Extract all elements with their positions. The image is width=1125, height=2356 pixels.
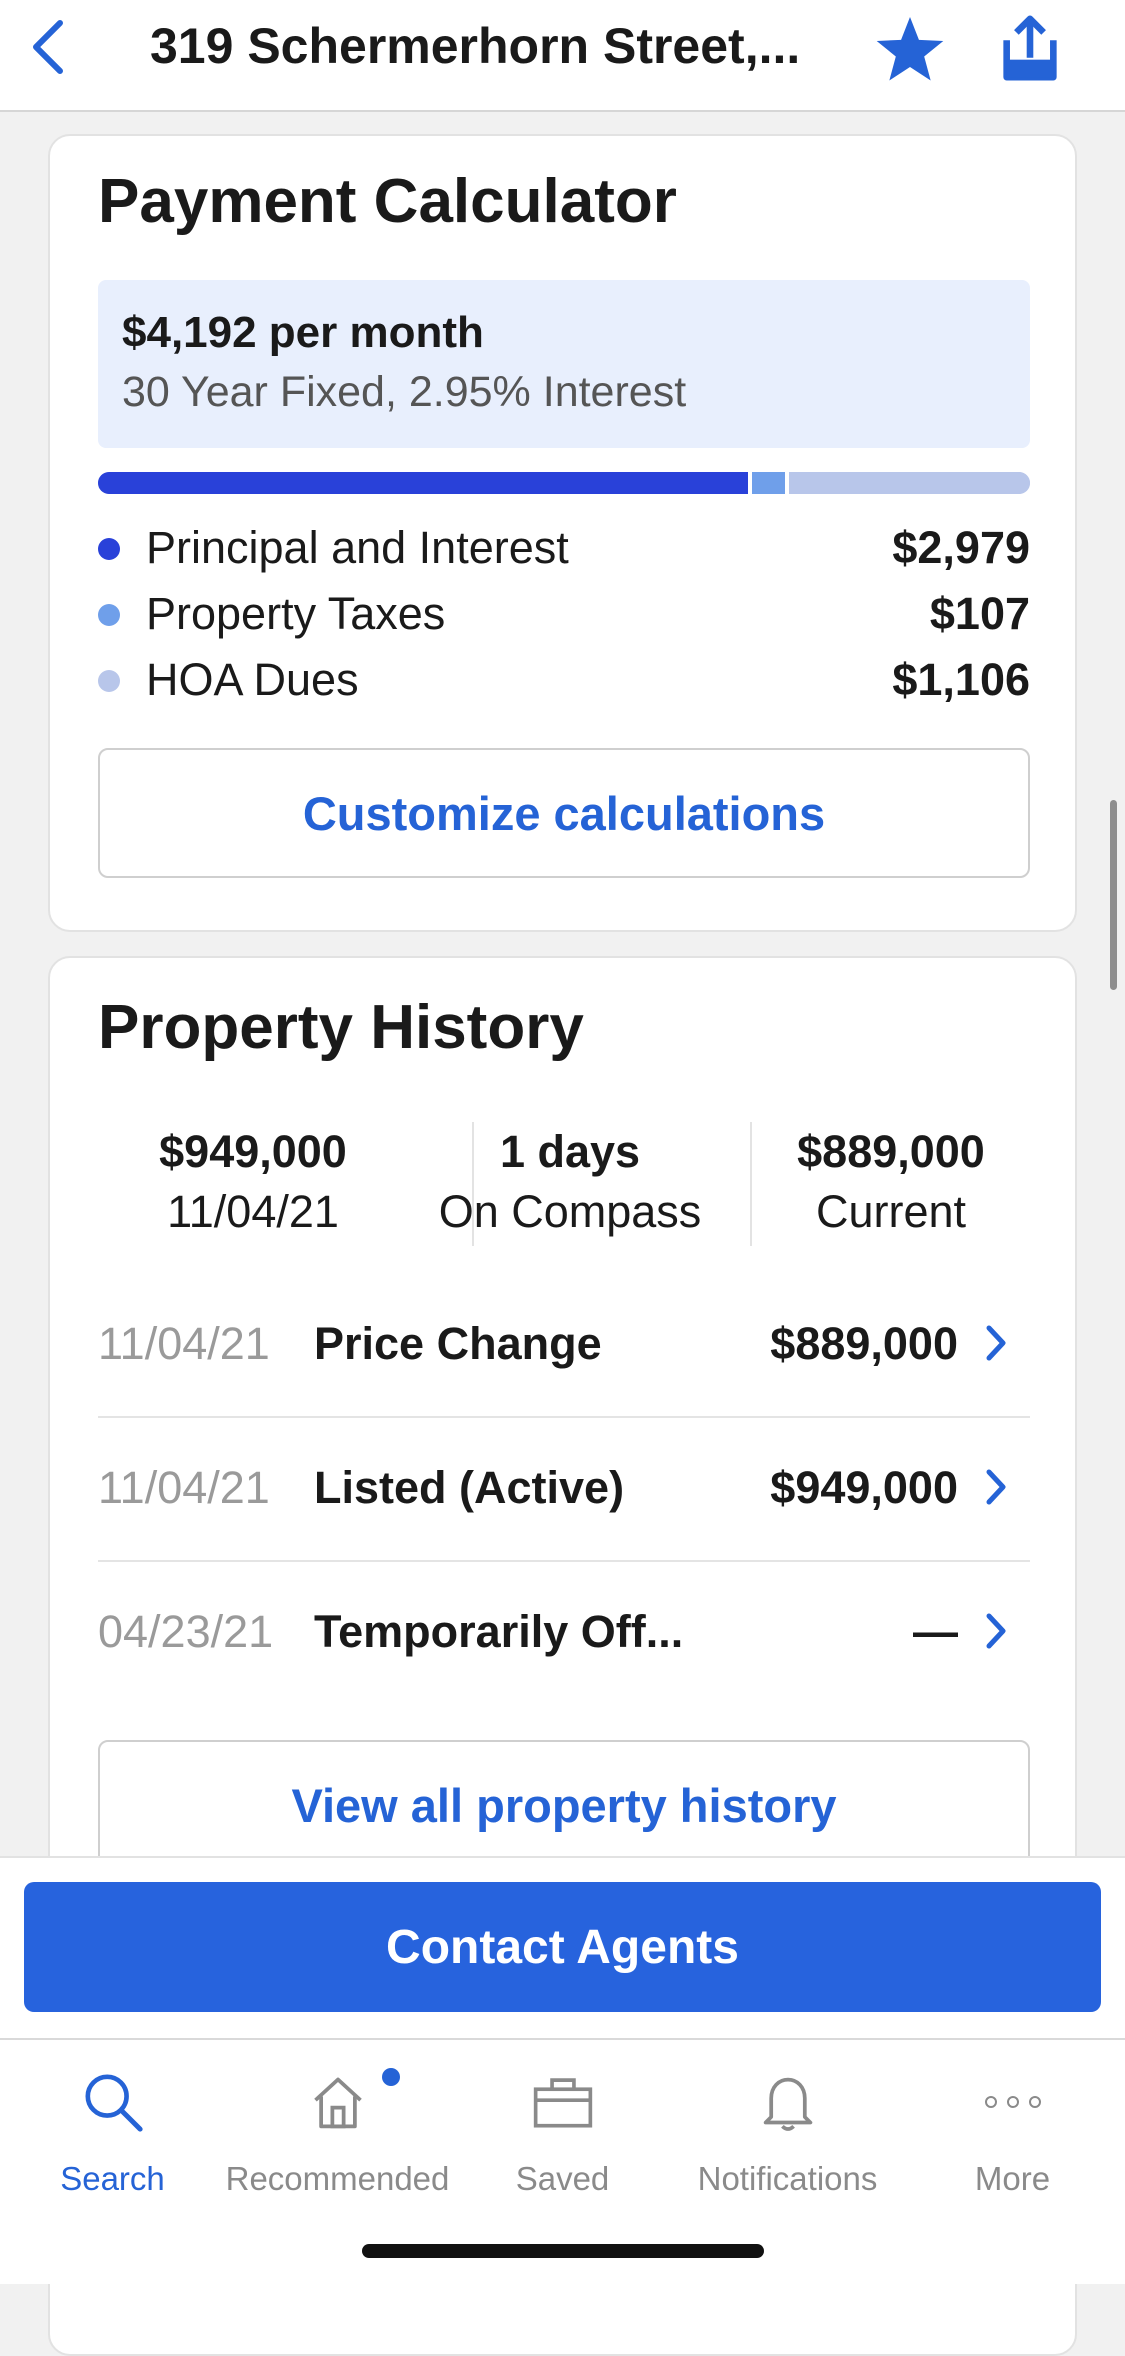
history-price: $889,000 (770, 1318, 958, 1369)
share-button[interactable] (990, 8, 1070, 88)
taxes-color-dot (98, 604, 120, 626)
monthly-payment: $4,192 per month (122, 308, 484, 357)
tab-label: Notifications (697, 2160, 878, 2197)
taxes-segment (751, 472, 785, 494)
principal-segment (98, 472, 748, 494)
tab-label: Saved (515, 2160, 610, 2197)
history-event: Listed (Active) (314, 1462, 625, 1513)
history-date: 04/23/21 (98, 1606, 274, 1657)
payment-calculator-card: Payment Calculator $4,192 per month 30 Y… (48, 134, 1077, 932)
stat-value: $889,000 (797, 1126, 985, 1177)
breakdown-label: Property Taxes (146, 588, 446, 639)
history-price: — (913, 1606, 958, 1657)
tab-label: Recommended (225, 2160, 450, 2197)
tab-saved[interactable]: Saved (450, 2062, 675, 2212)
scroll-indicator[interactable] (1110, 800, 1117, 990)
history-stats: $949,000 11/04/21 1 days On Compass $889… (98, 1122, 1030, 1248)
loan-terms: 30 Year Fixed, 2.95% Interest (122, 368, 687, 416)
listing-address-title: 319 Schermerhorn Street,... (150, 18, 801, 74)
hoa-segment (788, 472, 1030, 494)
stat-divider (750, 1122, 752, 1246)
breakdown-value: $1,106 (892, 654, 1030, 705)
stat-original-price: $949,000 11/04/21 (128, 1122, 378, 1248)
tab-more[interactable]: More (900, 2062, 1125, 2212)
tab-search[interactable]: Search (0, 2062, 225, 2212)
more-icon (973, 2062, 1053, 2142)
star-icon (876, 17, 944, 81)
history-event: Price Change (314, 1318, 602, 1369)
chevron-right-icon (978, 1606, 1014, 1656)
history-event: Temporarily Off... (314, 1606, 684, 1657)
home-indicator (362, 2244, 764, 2258)
property-history-title: Property History (98, 993, 584, 1062)
tab-label: More (974, 2160, 1051, 2197)
back-button[interactable] (18, 12, 78, 82)
payment-breakdown-bar (98, 472, 1030, 494)
bell-icon (748, 2062, 828, 2142)
stat-days-on-market: 1 days On Compass (428, 1122, 712, 1248)
breakdown-value: $2,979 (892, 522, 1030, 573)
search-icon (73, 2062, 153, 2142)
history-row[interactable]: 11/04/21 Price Change $889,000 (98, 1274, 1030, 1418)
briefcase-icon (523, 2062, 603, 2142)
stat-value: $949,000 (159, 1126, 347, 1177)
history-date: 11/04/21 (98, 1318, 270, 1369)
contact-agents-button[interactable]: Contact Agents (24, 1882, 1101, 2012)
stat-value: 1 days (499, 1126, 641, 1177)
breakdown-row-taxes: Property Taxes $107 (98, 586, 1030, 646)
top-navigation-bar: 319 Schermerhorn Street,... (0, 0, 1125, 112)
history-price: $949,000 (770, 1462, 958, 1513)
chevron-left-icon (33, 20, 63, 74)
history-row[interactable]: 11/04/21 Listed (Active) $949,000 (98, 1418, 1030, 1562)
share-icon (1003, 15, 1057, 81)
contact-bar: Contact Agents (0, 1856, 1125, 2038)
tab-notifications[interactable]: Notifications (675, 2062, 900, 2212)
notification-badge (382, 2068, 400, 2086)
favorite-button[interactable] (870, 10, 950, 90)
chevron-right-icon (978, 1462, 1014, 1512)
breakdown-value: $107 (929, 588, 1030, 639)
history-row[interactable]: 04/23/21 Temporarily Off... — (98, 1562, 1030, 1706)
tab-label: Search (60, 2160, 165, 2197)
breakdown-label: Principal and Interest (146, 522, 569, 573)
home-icon (298, 2062, 378, 2142)
stat-current-price: $889,000 Current (760, 1122, 1022, 1248)
history-date: 11/04/21 (98, 1462, 270, 1513)
stat-caption: On Compass (438, 1186, 702, 1237)
payment-summary: $4,192 per month 30 Year Fixed, 2.95% In… (98, 280, 1030, 448)
view-all-history-button[interactable]: View all property history (98, 1740, 1030, 1870)
breakdown-row-principal: Principal and Interest $2,979 (98, 520, 1030, 580)
breakdown-label: HOA Dues (146, 654, 359, 705)
tab-recommended[interactable]: Recommended (225, 2062, 450, 2212)
breakdown-row-hoa: HOA Dues $1,106 (98, 652, 1030, 712)
hoa-color-dot (98, 670, 120, 692)
customize-calculations-button[interactable]: Customize calculations (98, 748, 1030, 878)
chevron-right-icon (978, 1318, 1014, 1368)
payment-calculator-title: Payment Calculator (98, 167, 677, 236)
stat-caption: Current (815, 1186, 967, 1237)
stat-caption: 11/04/21 (167, 1186, 339, 1237)
principal-color-dot (98, 538, 120, 560)
